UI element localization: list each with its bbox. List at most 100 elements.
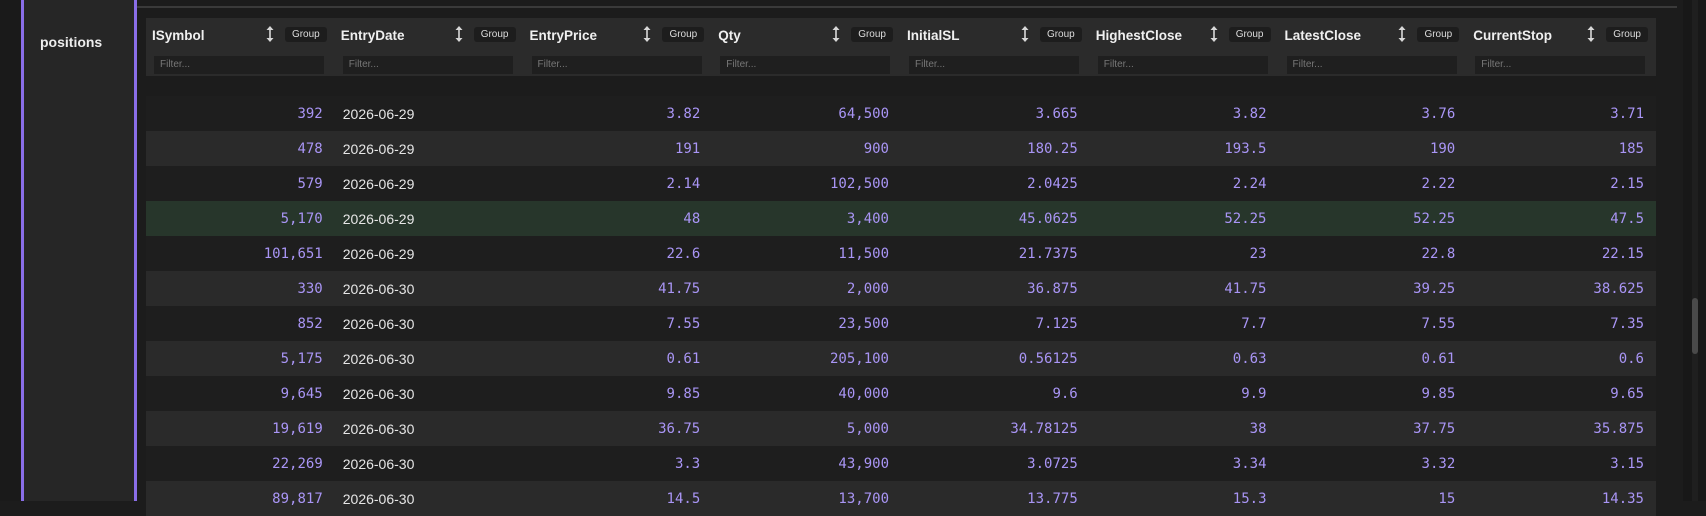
column-header-entryprice[interactable]: EntryPrice Group — [524, 18, 713, 52]
table-cell-latestclose: 37.75 — [1413, 420, 1456, 437]
table-cell-entrydate: 2026-06-30 — [342, 350, 415, 367]
table-cell-entryprice: 0.61 — [666, 350, 701, 367]
table-cell-latestclose: 3.32 — [1421, 455, 1456, 472]
filter-cell-highestclose — [1090, 52, 1279, 76]
sort-icon[interactable] — [454, 25, 464, 43]
outer-margin — [0, 0, 22, 501]
table-cell-currentstop: 47.5 — [1610, 210, 1644, 227]
column-header-highestclose[interactable]: HighestClose Group — [1090, 18, 1279, 52]
table-cell-highestclose: 3.82 — [1232, 105, 1267, 122]
table-row[interactable]: 852 2026-06-30 7.55 23,500 7.125 7.7 7.55 7.35 — [146, 306, 1656, 341]
table-cell-latestclose: 0.61 — [1421, 350, 1456, 367]
table-row[interactable]: 19,619 2026-06-30 36.75 5,000 34.78125 38 37.7… — [146, 411, 1656, 446]
table-row[interactable]: 5,175 2026-06-30 0.61 205,100 0.56125 0.63 0.6… — [146, 341, 1656, 376]
table-cell-entrydate: 2026-06-29 — [342, 210, 415, 227]
table-cell-isymbol: 101,651 — [263, 245, 323, 262]
table-cell-qty: 43,900 — [838, 455, 889, 472]
positions-table: ISymbol Group EntryDate Group EntryPrice Grou… — [146, 18, 1656, 516]
table-row[interactable]: 9,645 2026-06-30 9.85 40,000 9.6 9.9 9.85 9.65 — [146, 376, 1656, 411]
table-cell-currentstop: 35.875 — [1593, 420, 1644, 437]
table-cell-entrydate: 2026-06-29 — [342, 105, 415, 122]
scrollbar-thumb[interactable] — [1692, 298, 1698, 354]
filter-input[interactable] — [154, 55, 324, 74]
filter-input[interactable] — [909, 55, 1079, 74]
filter-input[interactable] — [531, 55, 702, 74]
table-body: 392 2026-06-29 3.82 64,500 3.665 3.82 3.76 3.71… — [146, 96, 1656, 516]
table-cell-latestclose: 9.85 — [1421, 385, 1456, 402]
table-cell-qty: 102,500 — [829, 175, 889, 192]
table-row[interactable]: 392 2026-06-29 3.82 64,500 3.665 3.82 3.76 3.71 — [146, 96, 1656, 131]
table-cell-initialsl: 3.665 — [1035, 105, 1078, 122]
table-cell-entrydate: 2026-06-30 — [342, 280, 415, 297]
table-cell-initialsl: 3.0725 — [1027, 455, 1078, 472]
table-cell-isymbol: 5,175 — [280, 350, 323, 367]
table-cell-initialsl: 7.125 — [1035, 315, 1078, 332]
table-cell-entryprice: 3.82 — [666, 105, 701, 122]
table-cell-currentstop: 3.15 — [1610, 455, 1644, 472]
filter-input[interactable] — [1286, 55, 1457, 74]
sort-icon[interactable] — [642, 25, 652, 43]
table-cell-entrydate: 2026-06-30 — [342, 315, 415, 332]
table-cell-isymbol: 478 — [297, 140, 323, 157]
group-button[interactable]: Group — [284, 27, 327, 42]
column-header-entrydate[interactable]: EntryDate Group — [335, 18, 524, 52]
table-cell-entrydate: 2026-06-29 — [342, 175, 415, 192]
filter-input[interactable] — [342, 55, 513, 74]
sort-icon[interactable] — [1020, 25, 1030, 43]
table-row[interactable]: 89,817 2026-06-30 14.5 13,700 13.775 15.3 15 14… — [146, 481, 1656, 516]
table-row[interactable]: 5,170 2026-06-29 48 3,400 45.0625 52.25 52.25 4… — [146, 201, 1656, 236]
filter-cell-latestclose — [1279, 52, 1468, 76]
table-cell-currentstop: 2.15 — [1610, 175, 1644, 192]
table-cell-qty: 5,000 — [846, 420, 889, 437]
table-cell-qty: 40,000 — [838, 385, 889, 402]
sort-icon[interactable] — [1586, 25, 1596, 43]
group-button[interactable]: Group — [1039, 27, 1082, 42]
table-cell-entryprice: 48 — [683, 210, 701, 227]
table-cell-latestclose: 52.25 — [1413, 210, 1456, 227]
filter-input[interactable] — [720, 55, 891, 74]
sort-icon[interactable] — [1209, 25, 1219, 43]
table-cell-currentstop: 9.65 — [1610, 385, 1644, 402]
group-button[interactable]: Group — [851, 27, 893, 42]
table-cell-qty: 23,500 — [838, 315, 889, 332]
sort-icon[interactable] — [265, 25, 275, 43]
filter-input[interactable] — [1097, 55, 1268, 74]
table-cell-isymbol: 5,170 — [280, 210, 323, 227]
column-header-isymbol[interactable]: ISymbol Group — [146, 18, 335, 52]
group-button[interactable]: Group — [473, 27, 516, 42]
table-cell-latestclose: 22.8 — [1421, 245, 1456, 262]
table-row[interactable]: 101,651 2026-06-29 22.6 11,500 21.7375 23 22.8… — [146, 236, 1656, 271]
table-row[interactable]: 330 2026-06-30 41.75 2,000 36.875 41.75 39.25 3… — [146, 271, 1656, 306]
sort-icon[interactable] — [1397, 25, 1407, 43]
scrollbar-track[interactable] — [1692, 0, 1698, 501]
column-header-initialsl[interactable]: InitialSL Group — [901, 18, 1090, 52]
table-cell-highestclose: 0.63 — [1232, 350, 1267, 367]
table-cell-currentstop: 22.15 — [1601, 245, 1644, 262]
table-cell-initialsl: 180.25 — [1027, 140, 1078, 157]
table-cell-qty: 11,500 — [838, 245, 889, 262]
table-row[interactable]: 579 2026-06-29 2.14 102,500 2.0425 2.24 2.22 2.… — [146, 166, 1656, 201]
table-row[interactable]: 22,269 2026-06-30 3.3 43,900 3.0725 3.34 3.32 3… — [146, 446, 1656, 481]
table-row[interactable]: 478 2026-06-29 191 900 180.25 193.5 190 185 — [146, 131, 1656, 166]
table-cell-currentstop: 7.35 — [1610, 315, 1644, 332]
sort-icon[interactable] — [831, 25, 841, 43]
column-header-label: LatestClose — [1284, 27, 1362, 43]
section-label: positions — [40, 34, 103, 50]
group-button[interactable]: Group — [1228, 27, 1271, 42]
group-button[interactable]: Group — [662, 27, 705, 42]
table-cell-isymbol: 9,645 — [280, 385, 323, 402]
group-button[interactable]: Group — [1417, 27, 1460, 42]
column-header-currentstop[interactable]: CurrentStop Group — [1467, 18, 1656, 52]
column-header-qty[interactable]: Qty Group — [712, 18, 901, 52]
table-filter-row — [146, 52, 1656, 76]
table-cell-initialsl: 36.875 — [1027, 280, 1078, 297]
table-cell-highestclose: 3.34 — [1232, 455, 1267, 472]
table-cell-initialsl: 9.6 — [1052, 385, 1078, 402]
group-button[interactable]: Group — [1606, 27, 1648, 42]
table-cell-currentstop: 185 — [1618, 140, 1644, 157]
filter-input[interactable] — [1475, 55, 1646, 74]
table-cell-currentstop: 0.6 — [1618, 350, 1644, 367]
table-cell-latestclose: 15 — [1438, 490, 1456, 507]
table-cell-latestclose: 2.22 — [1421, 175, 1456, 192]
column-header-latestclose[interactable]: LatestClose Group — [1279, 18, 1468, 52]
